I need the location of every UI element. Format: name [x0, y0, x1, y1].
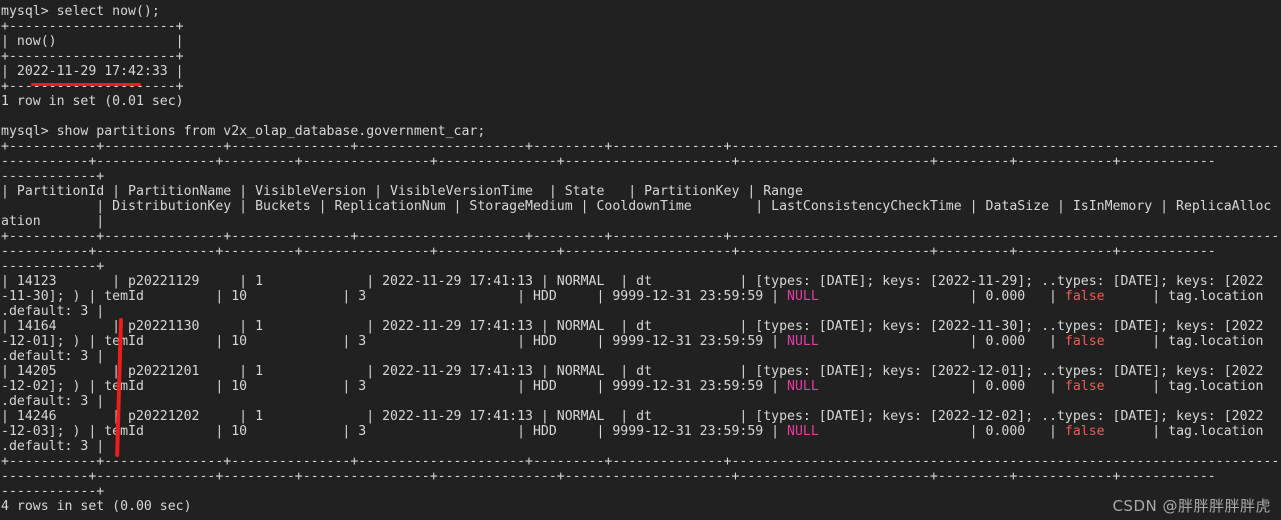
- table-row: .default: 3 |: [1, 439, 105, 454]
- table-row: -12-02]; ) | temId | 10 | 3 | HDD | 9999…: [1, 379, 1281, 394]
- boolean-false-value: false: [1064, 334, 1105, 349]
- row-cont-mid: | 0.000 |: [818, 289, 1065, 304]
- table-row: | 14123 | p20221129 | 1 | 2022-11-29 17:…: [1, 274, 1264, 289]
- row-cont-post: | tag.location: [1104, 289, 1264, 304]
- null-value: NULL: [787, 334, 819, 349]
- table-row: | 14205 | p20221201 | 1 | 2022-11-29 17:…: [1, 364, 1264, 379]
- row-cont-pre: -11-30]; ) | temId | 10 | 3 | HDD | 9999…: [1, 289, 788, 304]
- annotation-underline-timestamp: [31, 83, 141, 86]
- partitions-border-a1: +-----------+---------------+-----------…: [1, 139, 1281, 154]
- partitions-footer-3: ------------+: [1, 484, 105, 499]
- command-line-select-now: mysql> select now();: [1, 4, 160, 19]
- boolean-false-value: false: [1064, 289, 1105, 304]
- terminal-window[interactable]: mysql> select now(); +------------------…: [0, 0, 1281, 520]
- table-row: | 14164 | p20221130 | 1 | 2022-11-29 17:…: [1, 319, 1264, 334]
- result-line-rows-in-set: 1 row in set (0.01 sec): [1, 94, 184, 109]
- partitions-footer-1: +-----------+---------------+-----------…: [1, 454, 1281, 469]
- partitions-border-b2: -----------+---------------+---------+--…: [1, 244, 1216, 259]
- null-value: NULL: [787, 289, 819, 304]
- table-row: .default: 3 |: [1, 394, 105, 409]
- row-cont-mid: | 0.000 |: [818, 379, 1065, 394]
- table-row-now-value: | 2022-11-29 17:42:33 |: [1, 64, 184, 79]
- table-row: | 14246 | p20221202 | 1 | 2022-11-29 17:…: [1, 409, 1264, 424]
- terminal-screen: mysql> select now(); +------------------…: [1, 4, 1281, 514]
- table-row: .default: 3 |: [1, 304, 105, 319]
- row-cont-post: | tag.location: [1104, 379, 1264, 394]
- null-value: NULL: [787, 424, 819, 439]
- table-header-now: | now() |: [1, 34, 184, 49]
- table-border-top: +---------------------+: [1, 19, 184, 34]
- partitions-border-a3: ------------+: [1, 169, 105, 184]
- boolean-false-value: false: [1064, 424, 1105, 439]
- result-line-rows-in-set: 4 rows in set (0.00 sec): [1, 499, 192, 514]
- row-cont-mid: | 0.000 |: [818, 334, 1065, 349]
- partitions-footer-2: -----------+---------------+---------+--…: [1, 469, 1216, 484]
- row-cont-post: | tag.location: [1104, 424, 1264, 439]
- null-value: NULL: [787, 379, 819, 394]
- partitions-header-2: | DistributionKey | Buckets | Replicatio…: [1, 199, 1272, 214]
- table-border-bottom: +---------------------+: [1, 79, 184, 94]
- table-row: .default: 3 |: [1, 349, 105, 364]
- partitions-border-b1: +-----------+---------------+-----------…: [1, 229, 1281, 244]
- partitions-header-1: | PartitionId | PartitionName | VisibleV…: [1, 184, 803, 199]
- table-row: -12-03]; ) | temId | 10 | 3 | HDD | 9999…: [1, 424, 1281, 439]
- partitions-border-b3: ------------+: [1, 259, 105, 274]
- boolean-false-value: false: [1064, 379, 1105, 394]
- table-border-mid: +---------------------+: [1, 49, 184, 64]
- partitions-header-3: ation |: [1, 214, 105, 229]
- table-row: -12-01]; ) | temId | 10 | 3 | HDD | 9999…: [1, 334, 1281, 349]
- row-cont-post: | tag.location: [1104, 334, 1264, 349]
- table-row: -11-30]; ) | temId | 10 | 3 | HDD | 9999…: [1, 289, 1281, 304]
- csdn-watermark: CSDN @胖胖胖胖胖虎: [1112, 497, 1271, 515]
- row-cont-mid: | 0.000 |: [818, 424, 1065, 439]
- partitions-border-a2: -----------+---------------+---------+--…: [1, 154, 1216, 169]
- command-line-show-partitions: mysql> show partitions from v2x_olap_dat…: [1, 124, 486, 139]
